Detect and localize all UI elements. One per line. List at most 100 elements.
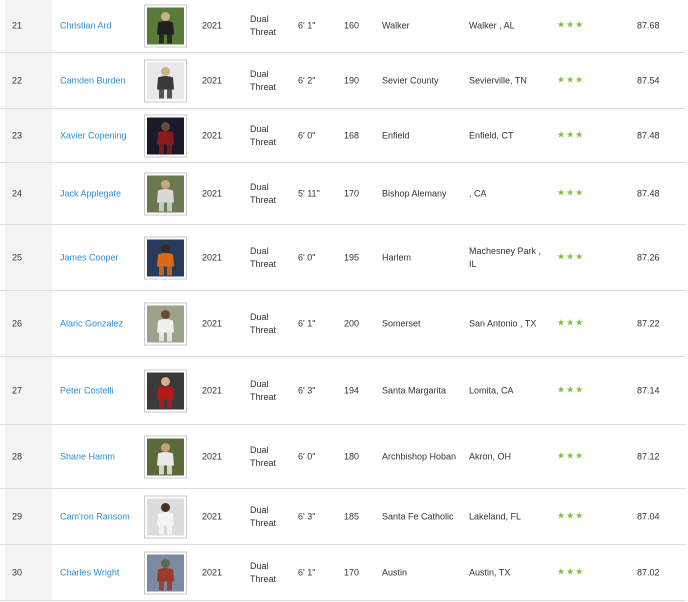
high-school: Walker: [382, 20, 410, 31]
hometown: Sevierville, TN: [469, 75, 527, 85]
player-photo[interactable]: [144, 114, 187, 157]
player-photo-image: [147, 498, 184, 535]
rank-cell: 21: [12, 20, 23, 31]
rank-cell: 23: [12, 130, 23, 140]
high-school: Sevier County: [382, 75, 439, 85]
player-photo-image: [147, 175, 184, 212]
player-name-link[interactable]: Christian Ard: [60, 20, 140, 33]
hometown: Lomita, CA: [469, 385, 514, 395]
player-name-link[interactable]: Shane Hamm: [60, 450, 140, 463]
composite-rating: 87.12: [637, 451, 660, 461]
rank-cell: 28: [12, 451, 23, 461]
composite-rating: 87.48: [637, 188, 660, 198]
position-cell: Dual Threat: [250, 378, 277, 402]
table-row: 30 Charles Wright 2021 Dual Threat 6' 1" 170 A…: [0, 545, 686, 601]
table-row: 23 Xavier Copening 2021 Dual Threat 6' 0" 168…: [0, 109, 686, 163]
player-photo-image: [147, 239, 184, 276]
high-school: Bishop Alemany: [382, 188, 447, 198]
height-cell: 6' 2": [298, 75, 316, 85]
high-school: Enfield: [382, 130, 410, 140]
player-photo[interactable]: [144, 495, 187, 538]
height-cell: 6' 1": [298, 318, 316, 328]
height-cell: 6' 1": [298, 567, 316, 577]
class-year: 2021: [202, 318, 223, 328]
rank-cell: 25: [12, 252, 23, 262]
player-name-link[interactable]: Jack Applegate: [60, 187, 140, 200]
player-photo-image: [147, 554, 184, 591]
player-name-link[interactable]: Peter Costelli: [60, 384, 140, 397]
class-year: 2021: [202, 567, 223, 577]
player-name-link[interactable]: Charles Wright: [60, 566, 140, 579]
height-cell: 5' 11": [298, 188, 320, 198]
table-row: 24 Jack Applegate 2021 Dual Threat 5' 11" 170…: [0, 163, 686, 225]
weight-cell: 190: [344, 75, 360, 85]
player-name-link[interactable]: James Cooper: [60, 251, 140, 264]
weight-cell: 194: [344, 385, 360, 395]
composite-rating: 87.04: [637, 511, 660, 521]
star-rating: ★★★: [557, 20, 585, 31]
composite-rating: 87.02: [637, 567, 660, 577]
composite-rating: 87.54: [637, 75, 660, 85]
player-name-link[interactable]: Camden Burden: [60, 74, 140, 87]
weight-cell: 180: [344, 451, 360, 461]
star-rating: ★★★: [557, 188, 585, 198]
high-school: Santa Margarita: [382, 385, 447, 395]
hometown: Akron, OH: [469, 451, 512, 461]
rank-cell: 29: [12, 511, 23, 521]
recruit-table: 21 Christian Ard 2021 Dual Threat 6' 1" 160 Wa…: [0, 0, 688, 601]
player-photo-image: [147, 305, 184, 342]
weight-cell: 170: [344, 188, 360, 198]
height-cell: 6' 3": [298, 511, 316, 521]
player-photo-image: [147, 117, 184, 154]
hometown: San Antonio , TX: [469, 318, 537, 328]
weight-cell: 168: [344, 130, 360, 140]
player-photo[interactable]: [144, 369, 187, 412]
star-rating: ★★★: [557, 318, 585, 328]
table-row: 22 Camden Burden 2021 Dual Threat 6' 2" 190 Se…: [0, 53, 686, 109]
high-school: Archbishop Hoban: [382, 451, 457, 461]
class-year: 2021: [202, 188, 223, 198]
rank-cell: 24: [12, 188, 23, 198]
position-cell: Dual Threat: [250, 14, 277, 37]
player-photo[interactable]: [144, 172, 187, 215]
player-photo[interactable]: [144, 302, 187, 345]
position-cell: Dual Threat: [250, 560, 277, 584]
class-year: 2021: [202, 385, 223, 395]
star-rating: ★★★: [557, 130, 585, 140]
composite-rating: 87.68: [637, 20, 660, 31]
player-name-link[interactable]: Cam'ron Ransom: [60, 510, 140, 523]
star-rating: ★★★: [557, 567, 585, 577]
height-cell: 6' 0": [298, 451, 316, 461]
table-row: 26 Alaric Gonzalez 2021 Dual Threat 6' 1" 200…: [0, 291, 686, 357]
position-cell: Dual Threat: [250, 123, 277, 147]
position-cell: Dual Threat: [250, 311, 277, 335]
position-cell: Dual Threat: [250, 181, 277, 205]
weight-cell: 185: [344, 511, 360, 521]
player-name-link[interactable]: Alaric Gonzalez: [60, 317, 140, 330]
player-photo[interactable]: [144, 59, 187, 102]
star-rating: ★★★: [557, 252, 585, 262]
class-year: 2021: [202, 252, 223, 262]
player-photo[interactable]: [144, 236, 187, 279]
player-photo[interactable]: [144, 551, 187, 594]
player-photo-image: [147, 62, 184, 99]
height-cell: 6' 0": [298, 130, 316, 140]
high-school: Austin: [382, 567, 408, 577]
player-photo[interactable]: [144, 435, 187, 478]
composite-rating: 87.26: [637, 252, 660, 262]
player-photo-image: [147, 438, 184, 475]
star-rating: ★★★: [557, 511, 585, 521]
player-name-link[interactable]: Xavier Copening: [60, 129, 140, 142]
composite-rating: 87.14: [637, 385, 660, 395]
player-photo-image: [147, 7, 184, 45]
player-photo[interactable]: [144, 4, 187, 48]
position-cell: Dual Threat: [250, 444, 277, 468]
weight-cell: 160: [344, 20, 360, 31]
position-cell: Dual Threat: [250, 245, 277, 269]
high-school: Harlem: [382, 252, 412, 262]
table-row: 21 Christian Ard 2021 Dual Threat 6' 1" 160 Wa…: [0, 0, 686, 53]
hometown: Walker , AL: [469, 20, 515, 31]
rank-cell: 26: [12, 318, 23, 328]
composite-rating: 87.22: [637, 318, 660, 328]
hometown: Machesney Park , IL: [469, 245, 542, 269]
